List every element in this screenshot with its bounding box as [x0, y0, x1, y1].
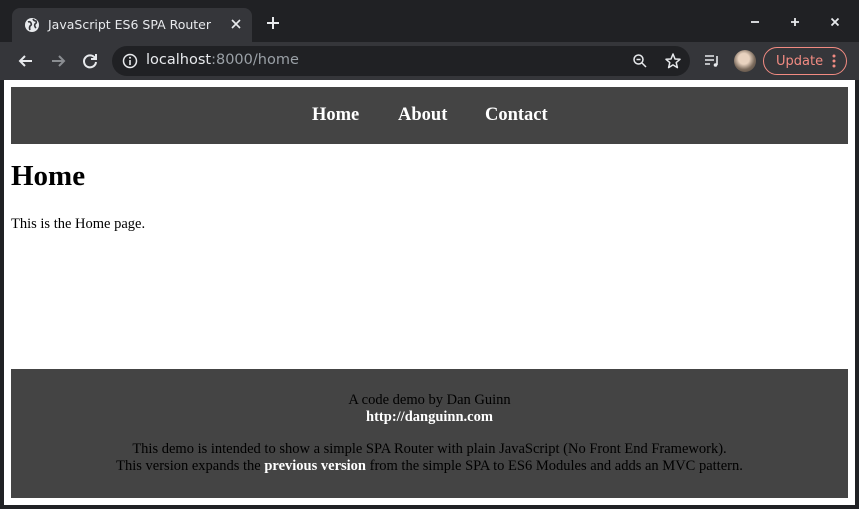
browser-toolbar: localhost:8000/home Update [0, 42, 859, 80]
footer-description: This demo is intended to show a simple S… [132, 441, 727, 457]
footer-site-link[interactable]: http://danguinn.com [366, 409, 493, 425]
profile-avatar[interactable] [734, 50, 756, 72]
reload-icon[interactable] [80, 51, 100, 71]
page-viewport: Home About Contact Home This is the Home… [4, 80, 855, 505]
plus-icon[interactable] [264, 14, 282, 32]
url-text: localhost:8000/home [146, 52, 299, 68]
zoom-out-icon[interactable] [632, 53, 648, 69]
address-bar[interactable]: localhost:8000/home [112, 46, 690, 76]
star-icon[interactable] [664, 52, 682, 70]
nav-link-contact[interactable]: Contact [485, 105, 548, 126]
info-icon[interactable] [122, 53, 138, 69]
url-host: localhost [146, 52, 212, 68]
footer-credit: A code demo by Dan Guinn [348, 392, 511, 408]
nav-link-home[interactable]: Home [312, 105, 359, 126]
footer-description-2: This version expands the previous versio… [11, 458, 848, 475]
more-vert-icon [832, 54, 836, 68]
nav-link-about[interactable]: About [398, 105, 447, 126]
footer-desc2-post: from the simple SPA to ES6 Modules and a… [366, 458, 743, 474]
site-footer: A code demo by Dan Guinn http://danguinn… [11, 369, 848, 498]
close-icon[interactable] [228, 16, 244, 32]
globe-icon [25, 18, 39, 32]
previous-version-link[interactable]: previous version [264, 458, 366, 474]
minimize-icon[interactable] [747, 14, 763, 30]
reading-list-icon[interactable] [703, 52, 721, 70]
tab-title: JavaScript ES6 SPA Router [48, 17, 212, 32]
update-label: Update [776, 54, 824, 69]
url-path: :8000/home [211, 52, 299, 68]
update-button[interactable]: Update [763, 47, 847, 75]
window-close-icon[interactable] [827, 14, 843, 30]
tab-active[interactable]: JavaScript ES6 SPA Router [12, 8, 252, 42]
browser-window: JavaScript ES6 SPA Router localhost:8000… [0, 0, 859, 509]
page-title: Home [11, 160, 86, 192]
footer-desc2-pre: This version expands the [116, 458, 265, 474]
page-body-text: This is the Home page. [11, 216, 146, 232]
site-nav-bar: Home About Contact [11, 87, 848, 144]
maximize-icon[interactable] [787, 14, 803, 30]
tab-strip: JavaScript ES6 SPA Router [0, 0, 859, 42]
forward-arrow-icon[interactable] [48, 51, 68, 71]
back-arrow-icon[interactable] [16, 51, 36, 71]
